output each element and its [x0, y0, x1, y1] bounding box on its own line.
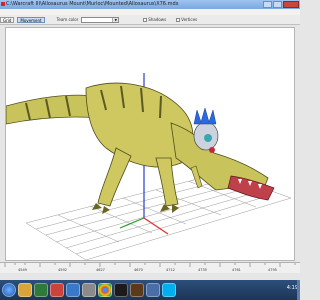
timeline-tick-label: 4735 — [198, 268, 207, 272]
skype-icon[interactable] — [162, 283, 176, 297]
folder-icon[interactable] — [18, 283, 32, 297]
x-axis-line — [143, 217, 169, 235]
shadows-checkbox[interactable]: Shadows — [143, 17, 166, 22]
show-desktop-button[interactable] — [297, 280, 300, 300]
chrome-icon[interactable] — [98, 283, 112, 297]
vertices-checkbox[interactable]: Vertices — [176, 17, 197, 22]
animation-timeline[interactable]: 4549 4592 4627 4670 4712 4735 4761 4795 — [0, 262, 300, 273]
title-bar: C:\Warcraft III\Allosaurus Mount\Murloc\… — [0, 0, 300, 9]
maximize-button[interactable] — [273, 1, 282, 8]
timeline-tick-label: 4795 — [268, 268, 277, 272]
window-icon[interactable] — [146, 283, 160, 297]
media-icon[interactable] — [34, 283, 48, 297]
toolbar: Grid Movement Team color ▼ Shadows Verti… — [0, 15, 300, 25]
taskbar: 4:19 — [0, 280, 300, 300]
timeline-tick-label: 4761 — [232, 268, 241, 272]
team-color-label: Team color — [56, 17, 79, 22]
start-orb-icon[interactable] — [2, 283, 16, 297]
timeline-ruler — [4, 263, 296, 267]
timeline-tick-label: 4627 — [96, 268, 105, 272]
rider-model — [193, 107, 219, 153]
team-color-select[interactable]: ▼ — [81, 16, 120, 23]
minimize-button[interactable] — [263, 1, 272, 8]
app-icon[interactable] — [50, 283, 64, 297]
shadows-label: Shadows — [148, 17, 167, 22]
close-button[interactable] — [283, 1, 299, 8]
shadows-checkbox-box[interactable] — [143, 17, 148, 22]
model-viewport[interactable] — [5, 27, 295, 261]
movement-button[interactable]: Movement — [17, 16, 45, 23]
vertices-label: Vertices — [181, 17, 198, 22]
dinosaur-model[interactable] — [6, 82, 275, 214]
steam-icon[interactable] — [114, 283, 128, 297]
timeline-tick-label: 4549 — [18, 268, 27, 272]
timeline-tick-label: 4592 — [58, 268, 67, 272]
viewport-canvas[interactable] — [6, 28, 294, 260]
app-icon — [1, 2, 5, 6]
window-title: C:\Warcraft III\Allosaurus Mount\Murloc\… — [6, 1, 179, 7]
timeline-tick-label: 4670 — [134, 268, 143, 272]
timeline-tick-label: 4712 — [166, 268, 175, 272]
game-icon[interactable] — [130, 283, 144, 297]
window-controls — [263, 1, 299, 8]
mail-icon[interactable] — [82, 283, 96, 297]
chevron-down-icon: ▼ — [112, 17, 119, 22]
grid-button[interactable]: Grid — [0, 16, 15, 23]
vertices-checkbox-box[interactable] — [176, 17, 181, 22]
browser-icon[interactable] — [66, 283, 80, 297]
